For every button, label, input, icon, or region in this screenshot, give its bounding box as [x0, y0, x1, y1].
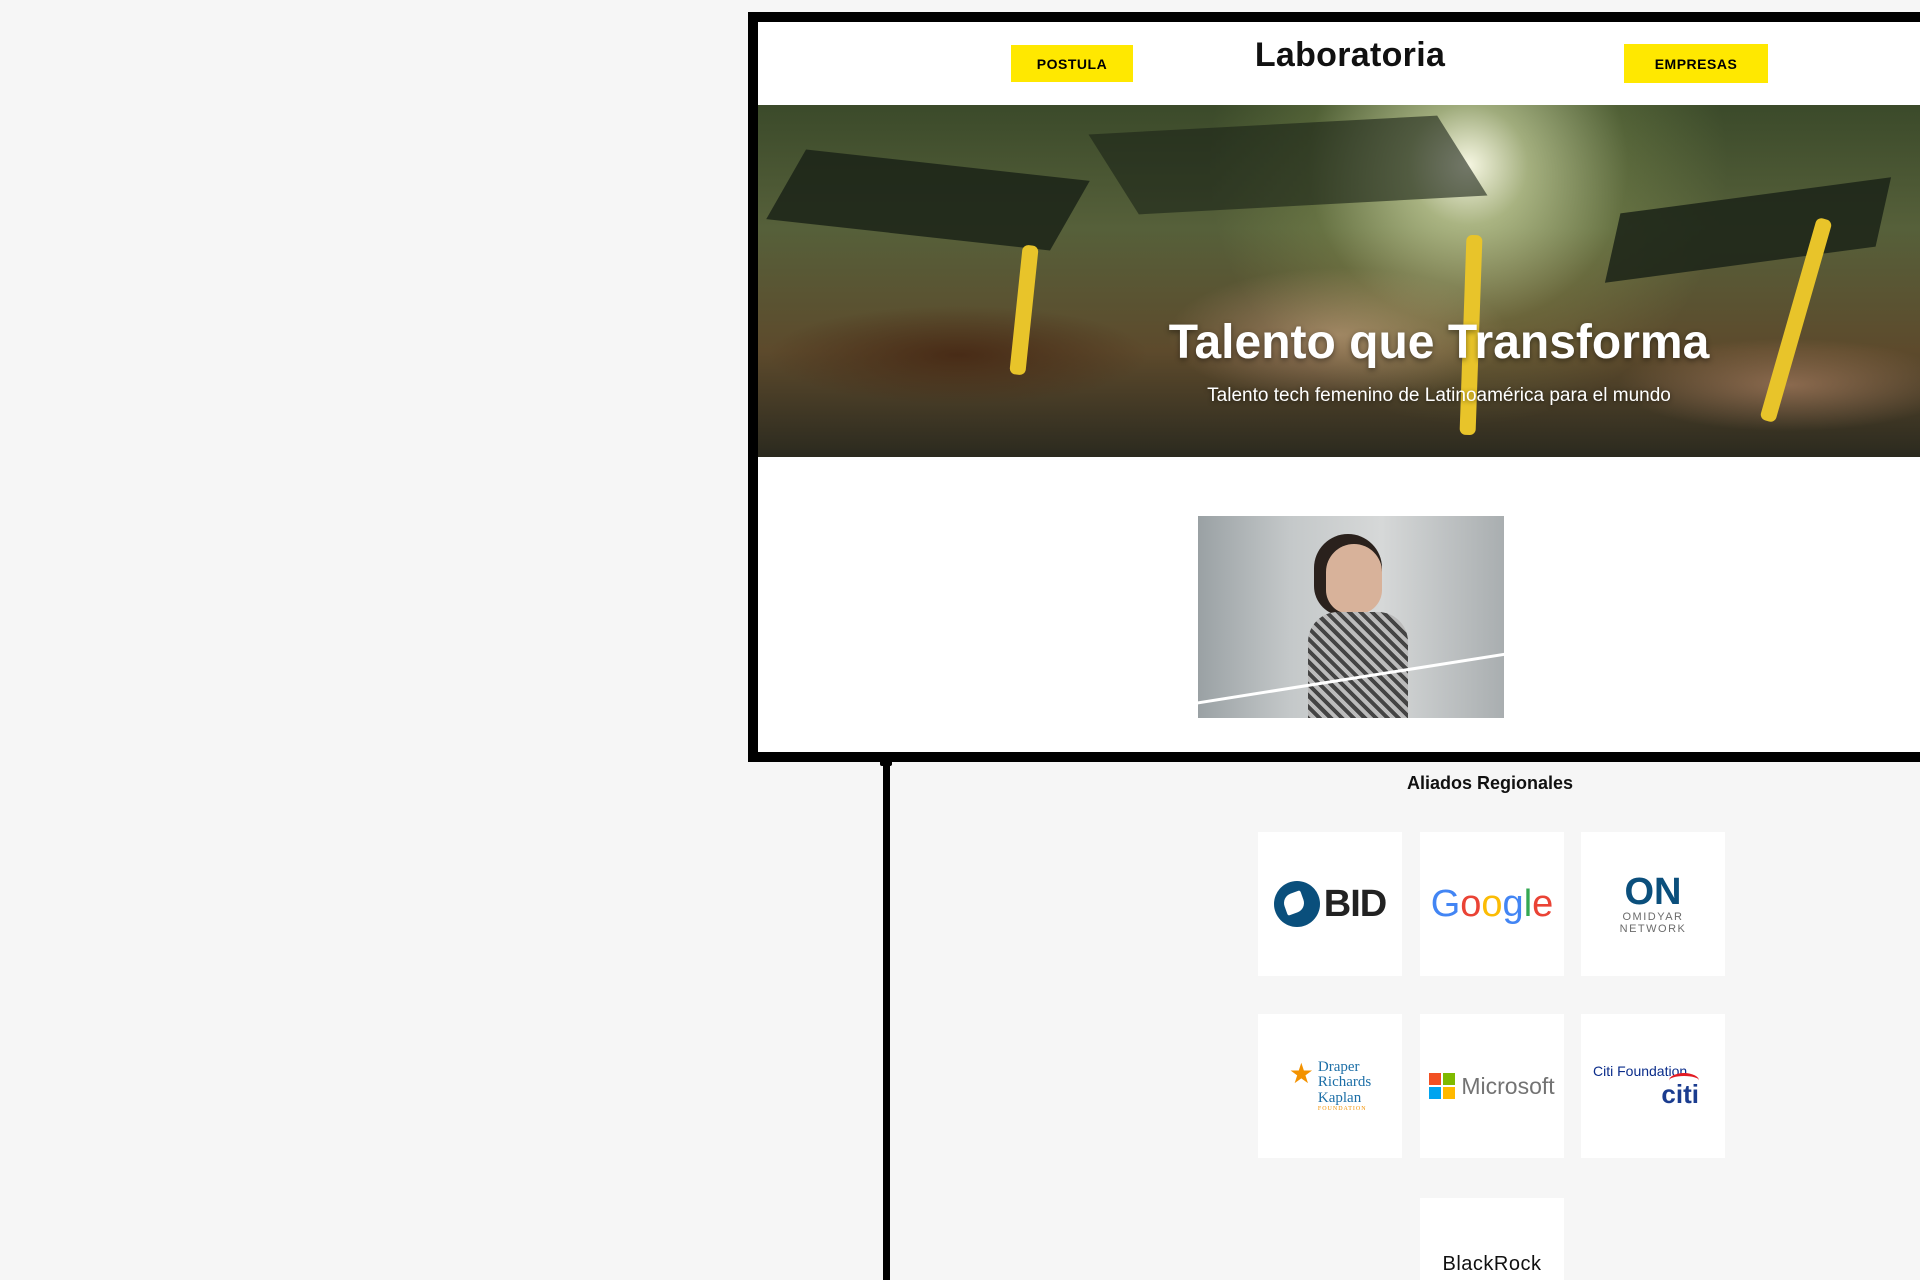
hero-banner: Talento que Transforma Talento tech feme…	[758, 105, 1920, 457]
partner-card-omidyar[interactable]: ON OMIDYAR NETWORK	[1581, 832, 1725, 976]
site-header: POSTULA Laboratoria EMPRESAS	[758, 22, 1920, 104]
graduation-cap-image	[1088, 115, 1488, 215]
partner-card-bid[interactable]: BID	[1258, 832, 1402, 976]
hero-title: Talento que Transforma	[1168, 316, 1710, 369]
bid-logo: BID	[1273, 881, 1387, 927]
portrait-photo	[1198, 516, 1504, 718]
hero-subtitle: Talento tech femenino de Latinoamérica p…	[1207, 385, 1671, 406]
website-preview-frame: POSTULA Laboratoria EMPRESAS Talento que…	[748, 12, 1920, 762]
intro-text: En Latinoamérica hay miles de mujeres co…	[1062, 752, 1636, 762]
star-icon: ★	[1288, 1058, 1314, 1089]
citi-foundation-logo: Citi Foundation citi	[1593, 1062, 1700, 1109]
draper-richards-kaplan-logo: ★ Draper Richards Kaplan FOUNDATION	[1288, 1058, 1372, 1112]
portrait-head	[1326, 544, 1382, 614]
google-logo: Google	[1430, 882, 1554, 925]
blackrock-logo: BlackRock	[1442, 1253, 1542, 1275]
partner-card-microsoft[interactable]: Microsoft	[1420, 1014, 1564, 1158]
globe-icon	[1273, 881, 1320, 927]
partner-card-citi-foundation[interactable]: Citi Foundation citi	[1581, 1014, 1725, 1158]
partner-card-blackrock[interactable]: BlackRock	[1420, 1198, 1564, 1280]
empresas-button[interactable]: EMPRESAS	[1624, 44, 1768, 83]
microsoft-logo: Microsoft	[1429, 1073, 1555, 1100]
microsoft-windows-icon	[1429, 1073, 1456, 1099]
partner-card-draper-richards-kaplan[interactable]: ★ Draper Richards Kaplan FOUNDATION	[1258, 1014, 1402, 1158]
graduation-cap-image	[1604, 177, 1892, 283]
partner-card-google[interactable]: Google	[1420, 832, 1564, 976]
portrait-body	[1308, 612, 1408, 718]
partners-title: Aliados Regionales	[1406, 773, 1574, 793]
citi-arc-icon	[1669, 1072, 1700, 1088]
connector-line	[883, 760, 890, 1280]
graduation-cap-image	[766, 149, 1090, 251]
omidyar-logo: ON OMIDYAR NETWORK	[1619, 870, 1687, 935]
